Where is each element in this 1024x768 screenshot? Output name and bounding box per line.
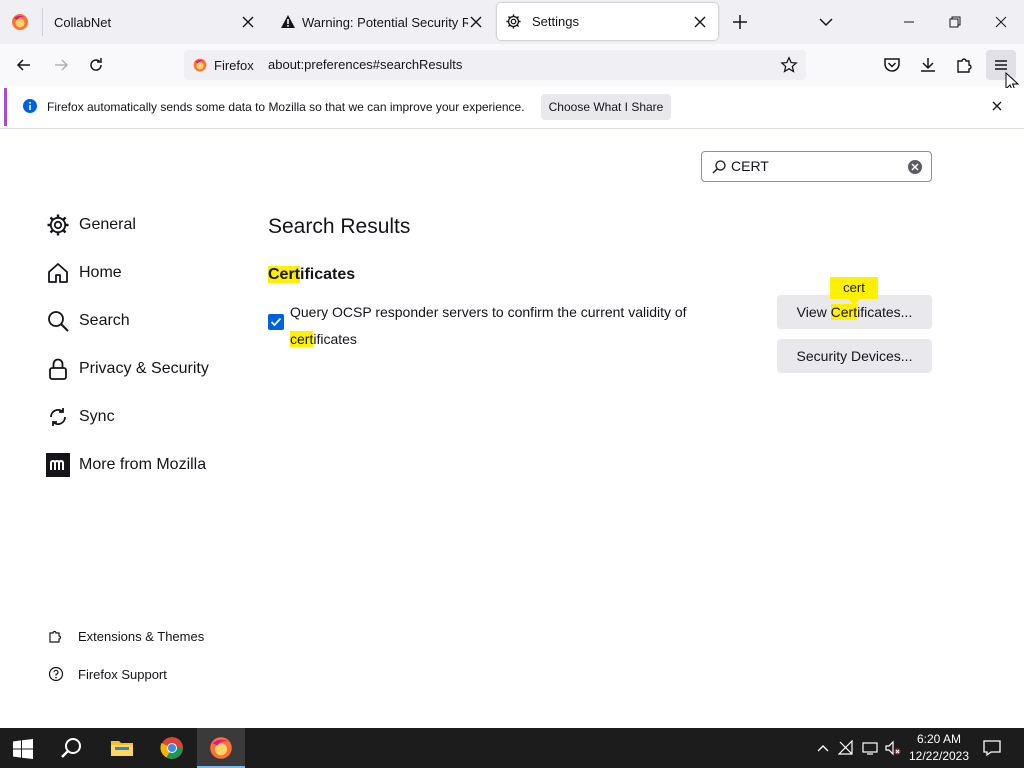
identity-label: Firefox bbox=[214, 57, 254, 73]
help-icon bbox=[48, 666, 64, 682]
tab-collabnet[interactable]: CollabNet bbox=[42, 0, 264, 44]
choose-what-i-share-button[interactable]: Choose What I Share bbox=[541, 94, 671, 120]
sidebar-item-privacy-security[interactable]: Privacy & Security bbox=[46, 357, 209, 381]
firefox-logo-icon bbox=[193, 58, 207, 72]
sidebar-item-more-from-mozilla[interactable]: More from Mozilla bbox=[46, 453, 206, 477]
search-highlight: Cert bbox=[268, 266, 301, 283]
download-icon[interactable] bbox=[918, 55, 938, 75]
footer-item-label: Firefox Support bbox=[78, 666, 167, 682]
back-arrow-icon[interactable] bbox=[14, 55, 34, 75]
forward-arrow-icon[interactable] bbox=[51, 55, 71, 75]
button-text: View bbox=[796, 304, 831, 320]
url-bar[interactable]: Firefox about:preferences#searchResults bbox=[184, 50, 806, 80]
button-text-rest: ificates... bbox=[857, 304, 913, 320]
bookmark-star-icon[interactable] bbox=[780, 56, 798, 74]
sidebar-item-label: Sync bbox=[79, 408, 115, 425]
footer-item-label: Extensions & Themes bbox=[78, 628, 205, 644]
sidebar-item-label: Home bbox=[79, 264, 122, 281]
lock-icon bbox=[49, 358, 67, 380]
close-window-icon[interactable] bbox=[991, 12, 1011, 32]
identity-box[interactable]: Firefox bbox=[192, 57, 254, 73]
gear-icon bbox=[47, 214, 69, 236]
search-tooltip: cert bbox=[830, 277, 878, 299]
close-icon[interactable] bbox=[240, 14, 256, 30]
sidebar-item-label: More from Mozilla bbox=[79, 456, 207, 473]
display-icon[interactable] bbox=[862, 740, 878, 756]
restore-icon[interactable] bbox=[945, 12, 965, 32]
pocket-icon[interactable] bbox=[882, 55, 902, 75]
url-text[interactable]: about:preferences#searchResults bbox=[268, 57, 462, 72]
search-icon bbox=[48, 311, 69, 332]
divider bbox=[0, 128, 1024, 129]
file-explorer-icon[interactable] bbox=[110, 736, 134, 760]
checkmark-icon bbox=[270, 317, 282, 327]
tab-security-warning[interactable]: Warning: Potential Security Risk Ahead bbox=[270, 0, 490, 44]
firefox-view-icon[interactable] bbox=[10, 12, 30, 32]
tab-label: Warning: Potential Security Risk Ahead bbox=[302, 15, 468, 30]
notification-message: Firefox automatically sends some data to… bbox=[47, 100, 525, 114]
tab-label: Settings bbox=[532, 14, 579, 29]
tooltip-arrow bbox=[848, 299, 860, 305]
sidebar-footer-extensions-themes[interactable]: Extensions & Themes bbox=[48, 628, 204, 644]
ocsp-checkbox[interactable] bbox=[268, 314, 284, 330]
sidebar-footer-firefox-support[interactable]: Firefox Support bbox=[48, 666, 167, 682]
navigation-toolbar: Firefox about:preferences#searchResults bbox=[0, 44, 1024, 93]
ocsp-checkbox-label[interactable]: Query OCSP responder servers to confirm … bbox=[290, 299, 740, 353]
page-title: Search Results bbox=[268, 215, 411, 238]
tab-label: CollabNet bbox=[54, 14, 112, 30]
tab-settings[interactable]: Settings bbox=[497, 3, 718, 40]
info-icon bbox=[23, 99, 37, 113]
home-icon bbox=[48, 263, 68, 283]
clear-search-icon[interactable] bbox=[907, 159, 923, 175]
sidebar-item-home[interactable]: Home bbox=[46, 261, 122, 285]
sidebar-item-label: Search bbox=[79, 312, 130, 329]
notifications-icon[interactable] bbox=[983, 739, 1001, 757]
ocsp-text-rest: ificates bbox=[313, 331, 357, 347]
tab-strip: CollabNet Warning: Potential Security Ri… bbox=[0, 0, 1024, 44]
network-disconnected-icon[interactable] bbox=[838, 740, 854, 756]
sidebar-item-search[interactable]: Search bbox=[46, 309, 130, 333]
sidebar-item-general[interactable]: General bbox=[46, 213, 136, 237]
sidebar-item-label: Privacy & Security bbox=[79, 360, 209, 377]
chevron-up-icon[interactable] bbox=[815, 740, 831, 756]
clock-time: 6:20 AM bbox=[916, 732, 962, 746]
chevron-down-icon[interactable] bbox=[817, 13, 835, 31]
warning-icon bbox=[281, 15, 295, 28]
windows-taskbar: 6:20 AM 12/22/2023 bbox=[0, 728, 1024, 768]
search-value: CERT bbox=[731, 158, 769, 174]
volume-muted-icon[interactable] bbox=[885, 740, 901, 756]
close-icon[interactable] bbox=[990, 99, 1004, 113]
minimize-icon[interactable] bbox=[899, 12, 919, 32]
search-icon[interactable] bbox=[60, 736, 84, 760]
puzzle-icon bbox=[49, 630, 62, 643]
ocsp-text: Query OCSP responder servers to confirm … bbox=[290, 304, 687, 320]
chrome-icon[interactable] bbox=[160, 736, 184, 760]
sync-icon bbox=[50, 408, 66, 426]
clock-date: 12/22/2023 bbox=[908, 749, 970, 763]
preferences-search-input[interactable]: CERT bbox=[701, 151, 932, 182]
data-reporting-notification: Firefox automatically sends some data to… bbox=[4, 88, 1020, 126]
search-highlight: cert bbox=[290, 331, 314, 347]
new-tab-icon[interactable] bbox=[731, 13, 749, 31]
windows-start-icon[interactable] bbox=[13, 739, 33, 759]
section-heading-certificates: Certificates bbox=[268, 266, 355, 284]
sidebar-item-sync[interactable]: Sync bbox=[46, 405, 115, 429]
heading-rest: ificates bbox=[300, 266, 356, 283]
reload-icon[interactable] bbox=[86, 55, 106, 75]
search-icon bbox=[712, 160, 726, 174]
close-icon[interactable] bbox=[468, 14, 484, 30]
gear-icon bbox=[506, 14, 521, 29]
security-devices-button[interactable]: Security Devices... bbox=[777, 339, 932, 373]
search-highlight: Cert bbox=[830, 304, 858, 320]
sidebar-item-label: General bbox=[79, 216, 136, 233]
firefox-icon[interactable] bbox=[209, 736, 233, 760]
mozilla-icon bbox=[46, 453, 70, 477]
close-icon[interactable] bbox=[692, 14, 708, 30]
extensions-puzzle-icon[interactable] bbox=[954, 55, 974, 75]
system-clock[interactable]: 6:20 AM 12/22/2023 bbox=[904, 731, 974, 765]
